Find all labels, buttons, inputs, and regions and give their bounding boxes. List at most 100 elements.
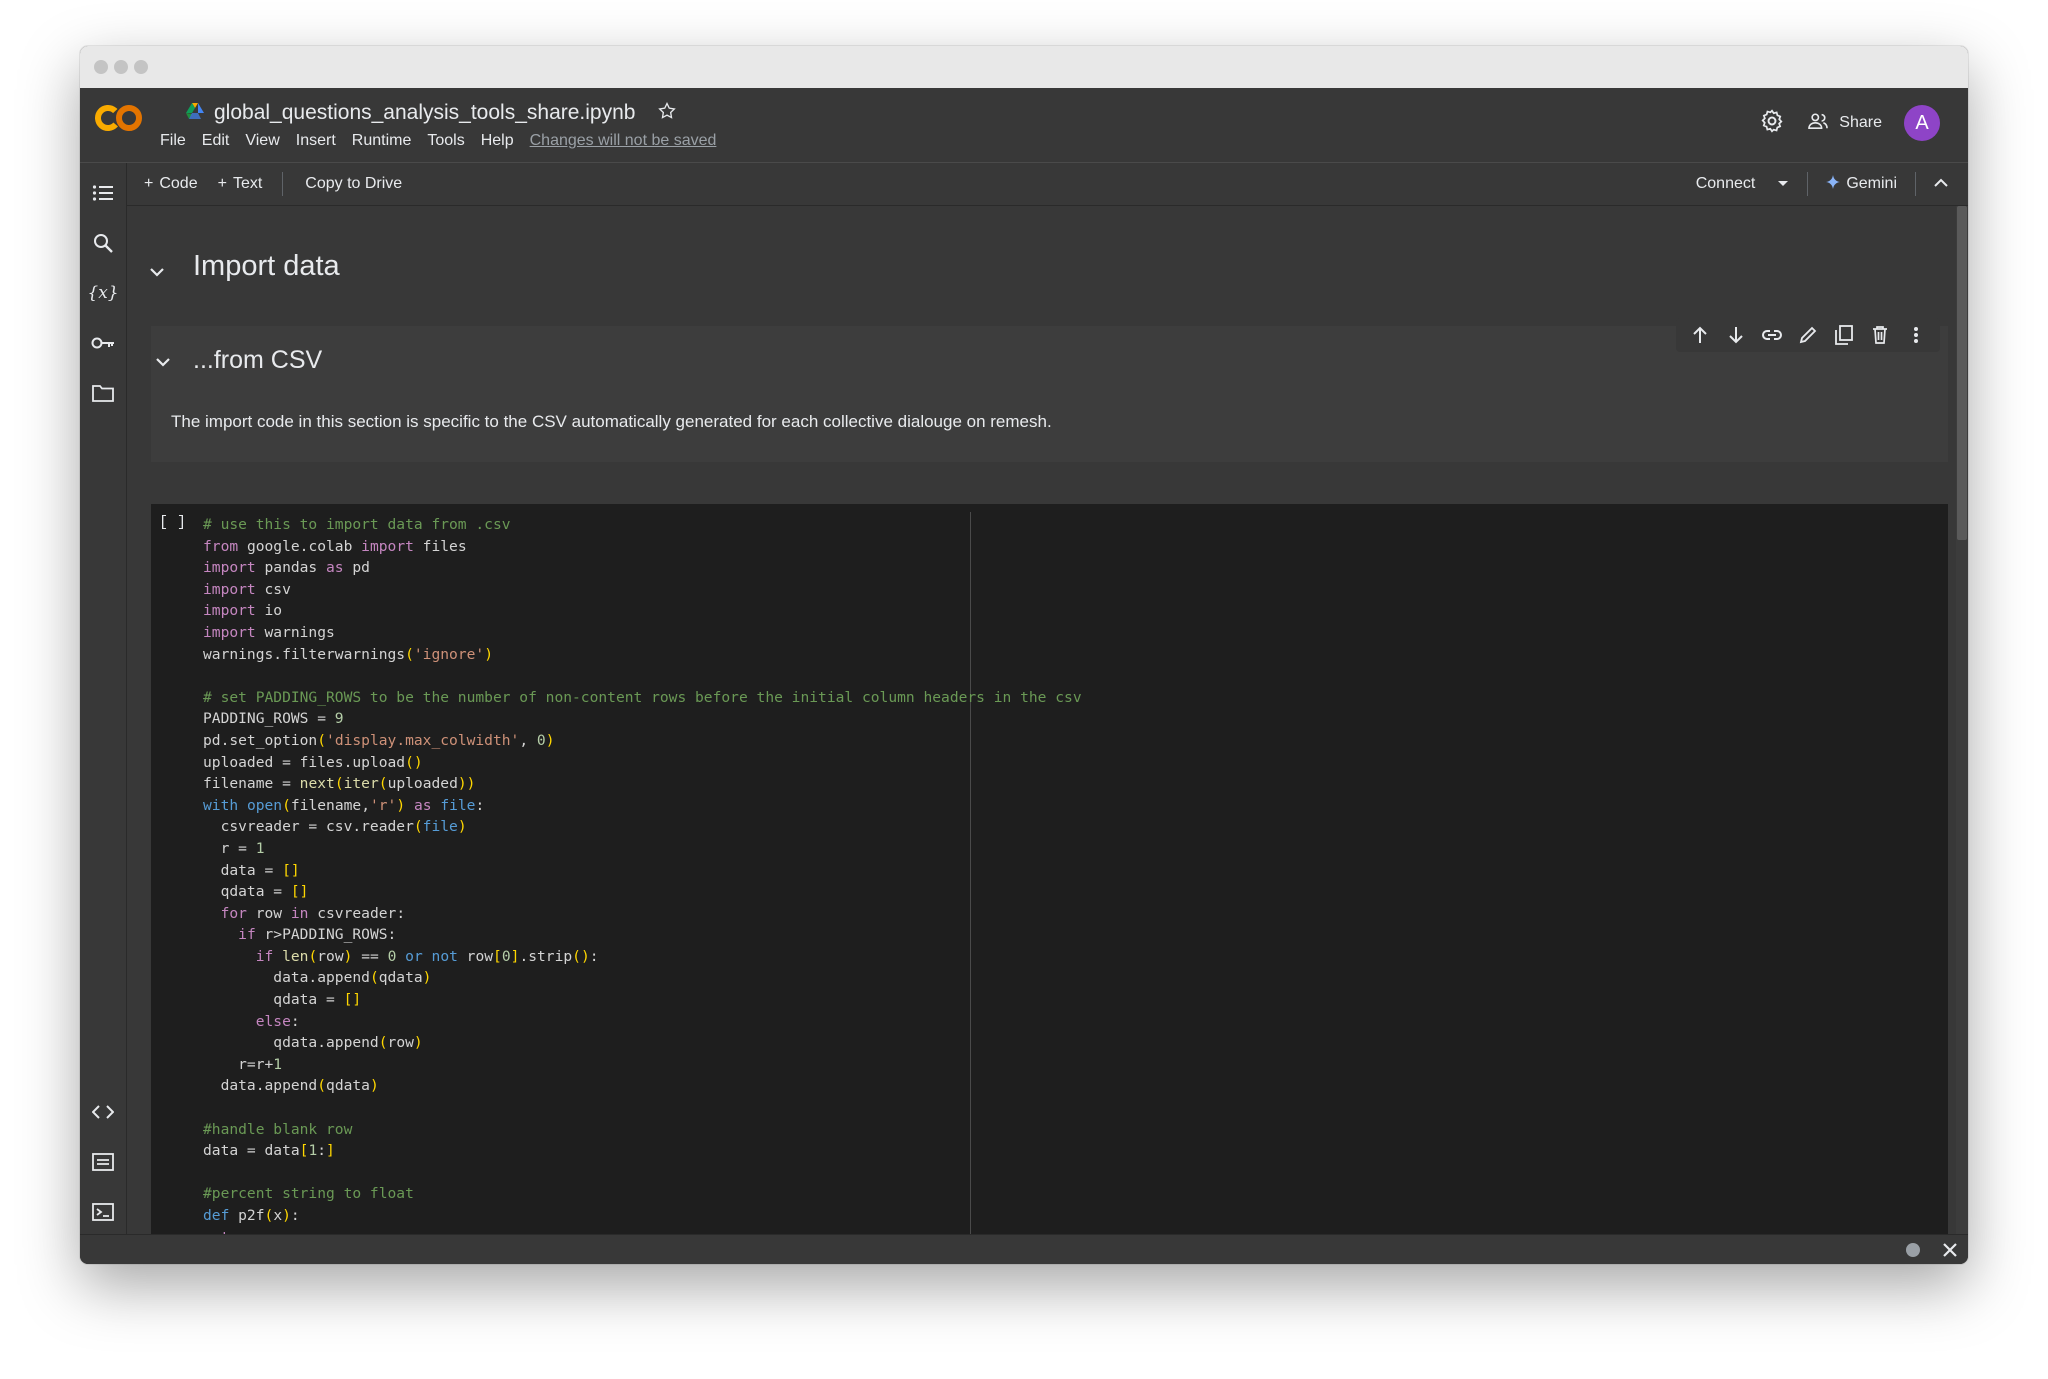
code-line[interactable]: for row in csvreader: xyxy=(203,903,1082,925)
code-line[interactable]: PADDING_ROWS = 9 xyxy=(203,708,1082,730)
menu-view[interactable]: View xyxy=(245,132,279,150)
code-line[interactable]: r = 1 xyxy=(203,838,1082,860)
code-snippets-icon[interactable] xyxy=(91,1100,115,1124)
menu-bar: File Edit View Insert Runtime Tools Help… xyxy=(160,132,732,150)
terminal-icon[interactable] xyxy=(91,1200,115,1224)
account-avatar[interactable]: A xyxy=(1904,105,1940,141)
move-cell-down-icon[interactable] xyxy=(1718,318,1754,352)
code-line[interactable]: try: xyxy=(203,1227,1082,1234)
close-icon[interactable] xyxy=(1940,1240,1960,1264)
search-icon[interactable] xyxy=(91,231,115,255)
more-options-icon[interactable] xyxy=(1898,318,1934,352)
code-line[interactable]: uploaded = files.upload() xyxy=(203,752,1082,774)
code-line[interactable] xyxy=(203,1162,1082,1184)
code-line[interactable]: if r>PADDING_ROWS: xyxy=(203,924,1082,946)
code-line[interactable]: qdata = [] xyxy=(203,881,1082,903)
code-line[interactable]: with open(filename,'r') as file: xyxy=(203,795,1082,817)
code-line[interactable]: if len(row) == 0 or not row[0].strip(): xyxy=(203,946,1082,968)
code-line[interactable]: csvreader = csv.reader(file) xyxy=(203,816,1082,838)
run-cell-indicator[interactable]: [ ] xyxy=(159,514,186,531)
code-line[interactable]: import io xyxy=(203,600,1082,622)
code-line[interactable]: def p2f(x): xyxy=(203,1205,1082,1227)
gemini-sparkle-icon xyxy=(1826,174,1841,194)
edit-pencil-icon[interactable] xyxy=(1790,318,1826,352)
notebook-main: Import data ...from CSV The import code … xyxy=(127,206,1968,1234)
people-icon xyxy=(1807,112,1829,135)
code-line[interactable]: import pandas as pd xyxy=(203,557,1082,579)
star-icon[interactable] xyxy=(657,101,677,126)
code-cell[interactable]: [ ] # use this to import data from .csv f… xyxy=(151,504,1948,1234)
code-line[interactable]: #percent string to float xyxy=(203,1183,1082,1205)
window-minimize-button[interactable] xyxy=(114,60,128,74)
window-close-button[interactable] xyxy=(94,60,108,74)
table-of-contents-icon[interactable] xyxy=(91,181,115,205)
connect-button[interactable]: Connect xyxy=(1696,175,1756,193)
menu-help[interactable]: Help xyxy=(481,132,514,150)
drive-icon xyxy=(186,102,204,124)
collapse-section-chevron-icon[interactable] xyxy=(149,264,165,282)
cell-description: The import code in this section is speci… xyxy=(171,412,1052,431)
menu-insert[interactable]: Insert xyxy=(296,132,336,150)
cell-toolbar xyxy=(1676,318,1940,352)
command-palette-icon[interactable] xyxy=(91,1150,115,1174)
vertical-scrollbar[interactable] xyxy=(1956,206,1968,1234)
code-line[interactable]: pd.set_option('display.max_colwidth', 0) xyxy=(203,730,1082,752)
scrollbar-thumb[interactable] xyxy=(1957,206,1967,540)
code-line[interactable]: qdata = [] xyxy=(203,989,1082,1011)
menu-file[interactable]: File xyxy=(160,132,186,150)
connect-dropdown-icon[interactable] xyxy=(1777,175,1789,193)
add-code-label: Code xyxy=(159,175,198,192)
code-line[interactable]: #handle blank row xyxy=(203,1119,1082,1141)
settings-gear-icon[interactable] xyxy=(1759,108,1785,139)
secrets-key-icon[interactable] xyxy=(91,331,115,355)
gemini-button[interactable]: Gemini xyxy=(1826,174,1897,194)
code-line[interactable] xyxy=(203,665,1082,687)
code-line[interactable]: filename = next(iter(uploaded)) xyxy=(203,773,1082,795)
code-line[interactable]: else: xyxy=(203,1011,1082,1033)
code-line[interactable]: data.append(qdata) xyxy=(203,1075,1082,1097)
code-line[interactable]: # use this to import data from .csv xyxy=(203,514,1082,536)
notebook-title-row: global_questions_analysis_tools_share.ip… xyxy=(186,100,677,126)
toolbar-divider xyxy=(1915,172,1916,196)
code-line[interactable]: import warnings xyxy=(203,622,1082,644)
code-line[interactable]: from google.colab import files xyxy=(203,536,1082,558)
plus-icon: + xyxy=(217,175,227,192)
gemini-label: Gemini xyxy=(1846,175,1897,192)
unsaved-notice-link[interactable]: Changes will not be saved xyxy=(530,132,717,150)
code-line[interactable]: data.append(qdata) xyxy=(203,967,1082,989)
variables-icon[interactable]: {x} xyxy=(87,281,118,305)
code-line[interactable]: # set PADDING_ROWS to be the number of n… xyxy=(203,687,1082,709)
window-maximize-button[interactable] xyxy=(134,60,148,74)
share-button[interactable]: Share xyxy=(1807,112,1882,135)
menu-edit[interactable]: Edit xyxy=(202,132,230,150)
menu-tools[interactable]: Tools xyxy=(427,132,464,150)
section-heading: Import data xyxy=(193,250,340,282)
menu-runtime[interactable]: Runtime xyxy=(352,132,412,150)
collapse-subsection-chevron-icon[interactable] xyxy=(155,354,171,372)
code-editor[interactable]: # use this to import data from .csv from … xyxy=(203,514,1082,1234)
left-sidebar: {x} xyxy=(80,163,127,1234)
files-folder-icon[interactable] xyxy=(91,381,115,405)
share-label: Share xyxy=(1839,114,1882,131)
delete-trash-icon[interactable] xyxy=(1862,318,1898,352)
notebook-title[interactable]: global_questions_analysis_tools_share.ip… xyxy=(214,101,635,125)
add-code-cell-button[interactable]: + Code xyxy=(144,175,198,193)
move-cell-up-icon[interactable] xyxy=(1682,318,1718,352)
code-line[interactable]: data = data[1:] xyxy=(203,1140,1082,1162)
colab-logo[interactable] xyxy=(94,98,144,143)
code-line[interactable]: data = [] xyxy=(203,860,1082,882)
copy-to-drive-button[interactable]: Copy to Drive xyxy=(305,175,402,193)
code-line[interactable]: warnings.filterwarnings('ignore') xyxy=(203,644,1082,666)
text-cell[interactable]: ...from CSV The import code in this sect… xyxy=(151,318,1948,462)
add-text-label: Text xyxy=(232,175,263,192)
code-line[interactable] xyxy=(203,1097,1082,1119)
collapse-header-icon[interactable] xyxy=(1934,175,1948,193)
code-line[interactable]: qdata.append(row) xyxy=(203,1032,1082,1054)
mirror-cell-icon[interactable] xyxy=(1826,318,1862,352)
add-text-cell-button[interactable]: + Text xyxy=(218,175,263,193)
link-icon[interactable] xyxy=(1754,318,1790,352)
plus-icon: + xyxy=(144,175,154,192)
code-line[interactable]: r=r+1 xyxy=(203,1054,1082,1076)
colab-window: global_questions_analysis_tools_share.ip… xyxy=(80,46,1968,1264)
code-line[interactable]: import csv xyxy=(203,579,1082,601)
